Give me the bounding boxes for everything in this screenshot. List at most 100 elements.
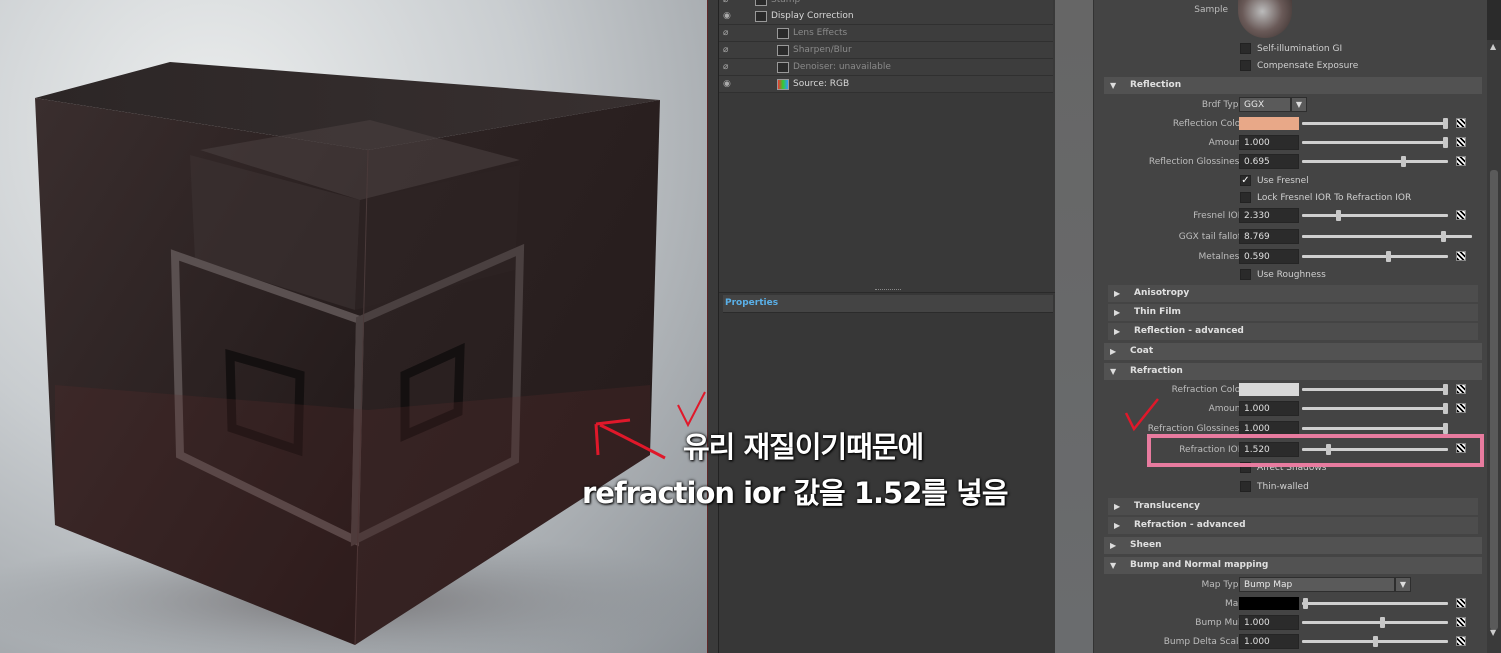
eye-icon[interactable]: ◉ <box>723 76 735 93</box>
section-refraction-advanced[interactable]: ▶ Refraction - advanced <box>1108 517 1478 534</box>
expanded-triangle-icon: ▼ <box>1110 561 1117 570</box>
scroll-up-icon[interactable]: ▲ <box>1490 42 1496 51</box>
refraction-amount-slider[interactable] <box>1302 407 1448 410</box>
checker-map-icon[interactable] <box>1456 403 1466 413</box>
eye-icon[interactable]: ⌀ <box>723 59 735 76</box>
refraction-glossiness-slider[interactable] <box>1302 427 1448 430</box>
bump-delta-scale-field[interactable]: 1.000 <box>1239 634 1299 649</box>
tab-properties[interactable]: Properties <box>723 295 1053 313</box>
metalness-field[interactable]: 0.590 <box>1239 249 1299 264</box>
ggx-tail-falloff-field[interactable]: 8.769 <box>1239 229 1299 244</box>
ggx-tail-falloff-slider[interactable] <box>1302 235 1472 238</box>
checker-map-icon[interactable] <box>1456 118 1466 128</box>
thin-walled-checkbox[interactable] <box>1240 481 1251 492</box>
metalness-slider[interactable] <box>1302 255 1448 258</box>
refraction-color-slider[interactable] <box>1302 388 1448 391</box>
chevron-down-icon[interactable]: ▼ <box>1395 577 1411 592</box>
brdf-type-label: Brdf Type <box>1201 100 1244 110</box>
refraction-glossiness-label: Refraction Glossiness <box>1147 424 1244 434</box>
metalness-label: Metalness <box>1198 252 1244 262</box>
layer-label: Source: RGB <box>793 79 850 89</box>
slider-handle[interactable] <box>1443 403 1448 414</box>
layer-label: Denoiser: unavailable <box>793 62 891 72</box>
bump-mult-field[interactable]: 1.000 <box>1239 615 1299 630</box>
slider-handle[interactable] <box>1336 210 1341 221</box>
layer-source-rgb[interactable]: ◉ Source: RGB <box>719 76 1053 93</box>
section-anisotropy[interactable]: ▶ Anisotropy <box>1108 285 1478 302</box>
slider-handle[interactable] <box>1373 636 1378 647</box>
map-type-dropdown[interactable]: Bump Map <box>1239 577 1395 592</box>
checker-map-icon[interactable] <box>1456 636 1466 646</box>
use-roughness-checkbox[interactable] <box>1240 269 1251 280</box>
section-reflection[interactable]: ▼ Reflection <box>1104 77 1482 94</box>
slider-handle[interactable] <box>1401 156 1406 167</box>
layer-display-correction[interactable]: ◉ Display Correction <box>719 8 1053 25</box>
section-coat[interactable]: ▶ Coat <box>1104 343 1482 360</box>
eye-icon[interactable]: ⌀ <box>723 42 735 59</box>
layer-denoiser[interactable]: ⌀ Denoiser: unavailable <box>719 59 1053 76</box>
slider-handle[interactable] <box>1441 231 1446 242</box>
eye-icon[interactable]: ⌀ <box>723 25 735 42</box>
compensate-exposure-checkbox[interactable] <box>1240 60 1251 71</box>
slider-handle[interactable] <box>1443 423 1448 434</box>
reflection-color-slider[interactable] <box>1302 122 1448 125</box>
section-translucency[interactable]: ▶ Translucency <box>1108 498 1478 515</box>
checker-map-icon[interactable] <box>1456 210 1466 220</box>
refraction-color-swatch[interactable] <box>1239 383 1299 396</box>
slider-handle[interactable] <box>1386 251 1391 262</box>
brdf-type-dropdown[interactable]: GGX <box>1239 97 1291 112</box>
reflection-color-swatch[interactable] <box>1239 117 1299 130</box>
scroll-down-icon[interactable]: ▼ <box>1490 628 1496 637</box>
reflection-amount-field[interactable]: 1.000 <box>1239 135 1299 150</box>
refraction-color-label: Refraction Color <box>1171 385 1244 395</box>
self-illumination-label: Self-illumination GI <box>1257 44 1343 54</box>
checker-map-icon[interactable] <box>1456 156 1466 166</box>
slider-handle[interactable] <box>1303 598 1308 609</box>
use-fresnel-label: Use Fresnel <box>1257 176 1309 186</box>
checker-map-icon[interactable] <box>1456 617 1466 627</box>
reflection-color-label: Reflection Color <box>1172 119 1244 129</box>
section-refraction[interactable]: ▼ Refraction <box>1104 363 1482 380</box>
self-illumination-checkbox[interactable] <box>1240 43 1251 54</box>
fresnel-ior-slider[interactable] <box>1302 214 1448 217</box>
section-title: Refraction <box>1130 366 1183 376</box>
section-sheen[interactable]: ▶ Sheen <box>1104 537 1482 554</box>
layer-sharpen-blur[interactable]: ⌀ Sharpen/Blur <box>719 42 1053 59</box>
panel-splitter[interactable] <box>707 0 719 653</box>
section-reflection-advanced[interactable]: ▶ Reflection - advanced <box>1108 323 1478 340</box>
bump-mult-label: Bump Mult <box>1195 618 1244 628</box>
lock-fresnel-checkbox[interactable] <box>1240 192 1251 203</box>
collapsed-triangle-icon: ▶ <box>1114 289 1121 298</box>
layer-icon <box>755 0 767 6</box>
use-fresnel-checkbox[interactable]: ✓ <box>1240 175 1251 186</box>
reflection-glossiness-slider[interactable] <box>1302 160 1448 163</box>
use-roughness-label: Use Roughness <box>1257 270 1326 280</box>
amount-label: Amount <box>1208 138 1244 148</box>
refraction-amount-field[interactable]: 1.000 <box>1239 401 1299 416</box>
viewport-background <box>1055 0 1093 653</box>
bump-map-swatch[interactable] <box>1239 597 1299 610</box>
slider-handle[interactable] <box>1443 384 1448 395</box>
reflection-glossiness-field[interactable]: 0.695 <box>1239 154 1299 169</box>
expanded-triangle-icon: ▼ <box>1110 81 1117 90</box>
chevron-down-icon[interactable]: ▼ <box>1291 97 1307 112</box>
reflection-amount-slider[interactable] <box>1302 141 1448 144</box>
layer-lens-effects[interactable]: ⌀ Lens Effects <box>719 25 1053 42</box>
bump-map-slider[interactable] <box>1302 602 1448 605</box>
slider-handle[interactable] <box>1380 617 1385 628</box>
compensate-exposure-label: Compensate Exposure <box>1257 61 1359 71</box>
section-title: Refraction - advanced <box>1134 520 1246 530</box>
slider-handle[interactable] <box>1443 137 1448 148</box>
slider-handle[interactable] <box>1443 118 1448 129</box>
eye-icon[interactable]: ◉ <box>723 8 735 25</box>
section-thin-film[interactable]: ▶ Thin Film <box>1108 304 1478 321</box>
fresnel-ior-field[interactable]: 2.330 <box>1239 208 1299 223</box>
checker-map-icon[interactable] <box>1456 137 1466 147</box>
checker-map-icon[interactable] <box>1456 251 1466 261</box>
attribute-editor-scrollbar[interactable]: ▲ ▼ <box>1487 40 1501 653</box>
checker-map-icon[interactable] <box>1456 598 1466 608</box>
bump-mult-slider[interactable] <box>1302 621 1448 624</box>
checker-map-icon[interactable] <box>1456 384 1466 394</box>
scrollbar-thumb[interactable] <box>1490 170 1498 630</box>
section-bump-normal[interactable]: ▼ Bump and Normal mapping <box>1104 557 1482 574</box>
